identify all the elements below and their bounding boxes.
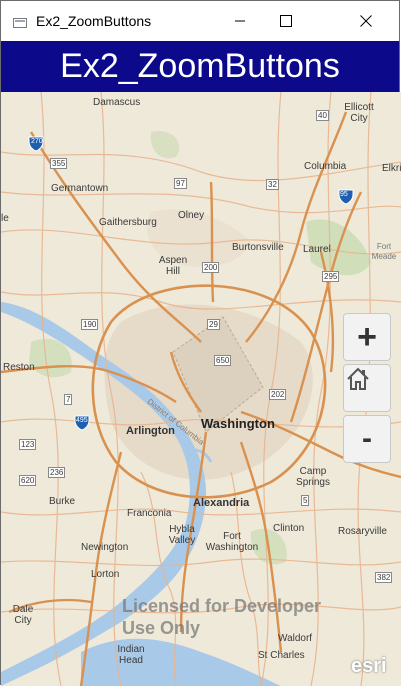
place-indian-head: Indian Head [117,644,145,666]
home-icon [347,367,369,390]
place-clinton: Clinton [273,523,305,534]
zoom-in-button[interactable]: + [343,313,391,361]
watermark-line-1: Licensed for Developer [122,596,322,616]
close-button[interactable] [331,1,401,41]
place-washington: Washington [201,416,275,431]
shield-97: 97 [174,178,187,189]
place-burke: Burke [49,496,76,507]
map-view[interactable]: 270 95 495 355 40 97 32 200 295 190 29 6… [1,92,401,686]
shield-270: 270 [31,138,43,145]
shield-202: 202 [269,389,287,400]
place-aspen-hill: Aspen Hill [158,255,188,277]
place-ellicott-city: Ellicott City [344,102,374,124]
shield-620: 620 [19,475,37,486]
maximize-button[interactable] [263,1,309,41]
place-edge-le: le [1,213,9,224]
esri-attribution: esri [351,655,387,677]
place-fort-meade: Fort Meade [371,242,397,261]
shield-5: 5 [301,495,310,506]
shield-355: 355 [50,158,68,169]
place-olney: Olney [178,210,205,221]
place-st-charles: St Charles [258,650,305,661]
shield-650: 650 [214,355,232,366]
close-icon [360,15,372,27]
place-alexandria: Alexandria [193,497,250,509]
shield-200: 200 [202,262,220,273]
shield-40: 40 [316,110,329,121]
place-arlington: Arlington [126,425,175,437]
shield-190: 190 [81,319,99,330]
place-camp-springs: Camp Springs [296,466,330,488]
license-watermark: Licensed for Developer Use Only [122,595,321,639]
shield-95: 95 [340,191,348,198]
place-laurel: Laurel [303,244,331,255]
place-dale-city: Dale City [12,604,34,626]
place-reston: Reston [3,362,35,373]
place-fort-washington: Fort Washington [205,531,259,553]
shield-32: 32 [266,179,279,190]
minimize-icon [235,20,245,22]
home-button[interactable] [343,364,391,412]
page-header: Ex2_ZoomButtons [1,41,399,92]
place-germantown: Germantown [51,183,109,194]
shield-29: 29 [207,319,220,330]
shield-236: 236 [48,467,66,478]
app-icon [13,15,27,28]
place-newington: Newington [81,542,129,553]
app-window: Ex2_ZoomButtons Ex2_ZoomButtons 270 95 4… [0,0,401,686]
watermark-line-2: Use Only [122,618,201,638]
place-franconia: Franconia [127,508,172,519]
shield-7: 7 [64,394,73,405]
window-title: Ex2_ZoomButtons [36,13,152,29]
zoom-out-button[interactable]: - [343,415,391,463]
minimize-button[interactable] [217,1,263,41]
place-gaithersburg: Gaithersburg [99,217,157,228]
place-elkridge: Elkri [382,163,401,174]
place-hybla-valley: Hybla Valley [168,524,196,546]
title-bar[interactable]: Ex2_ZoomButtons [1,1,399,41]
shield-123: 123 [19,439,37,450]
shield-382: 382 [375,572,393,583]
place-burtonsville: Burtonsville [232,242,284,253]
place-lorton: Lorton [91,569,120,580]
place-damascus: Damascus [93,97,141,108]
place-rosaryville: Rosaryville [338,526,387,537]
shield-295: 295 [322,271,340,282]
place-columbia: Columbia [304,161,347,172]
shield-495: 495 [76,417,88,424]
maximize-icon [280,15,292,27]
